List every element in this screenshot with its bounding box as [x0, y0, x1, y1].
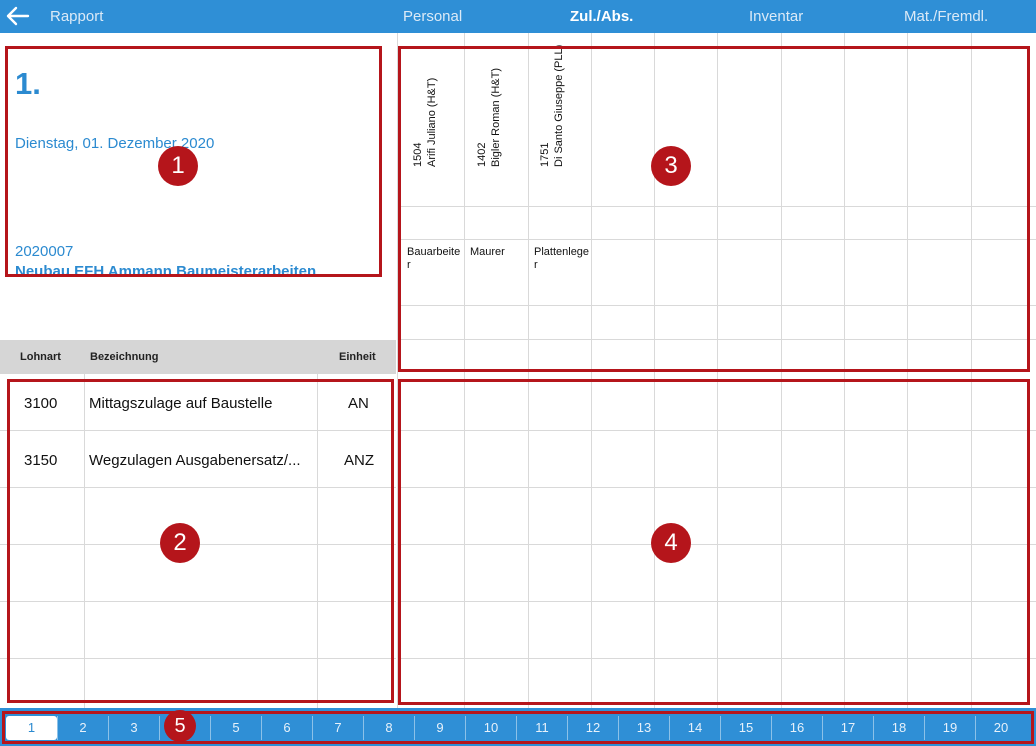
- annotation-badge-4: 4: [651, 523, 691, 563]
- table-header: Lohnart Bezeichnung Einheit: [0, 340, 396, 374]
- back-title[interactable]: Rapport: [50, 8, 103, 25]
- header-lohnart: Lohnart: [20, 351, 61, 363]
- header-bezeichnung: Bezeichnung: [90, 351, 159, 363]
- annotation-badge-2: 2: [160, 523, 200, 563]
- annotation-box-5: [2, 711, 1034, 744]
- tab-zul-abs[interactable]: Zul./Abs.: [570, 8, 633, 25]
- annotation-box-4: [398, 379, 1030, 705]
- annotation-box-2: [7, 379, 394, 703]
- annotation-box-3: [398, 46, 1030, 372]
- back-arrow-icon[interactable]: [6, 6, 30, 26]
- annotation-badge-1: 1: [158, 146, 198, 186]
- header-einheit: Einheit: [339, 351, 376, 363]
- top-bar: Rapport Personal Zul./Abs. Inventar Mat.…: [0, 0, 1036, 33]
- tab-personal[interactable]: Personal: [403, 8, 462, 25]
- annotation-badge-3: 3: [651, 146, 691, 186]
- tab-mat-fremdl[interactable]: Mat./Fremdl.: [904, 8, 988, 25]
- tab-inventar[interactable]: Inventar: [749, 8, 803, 25]
- annotation-badge-5: 5: [164, 710, 196, 742]
